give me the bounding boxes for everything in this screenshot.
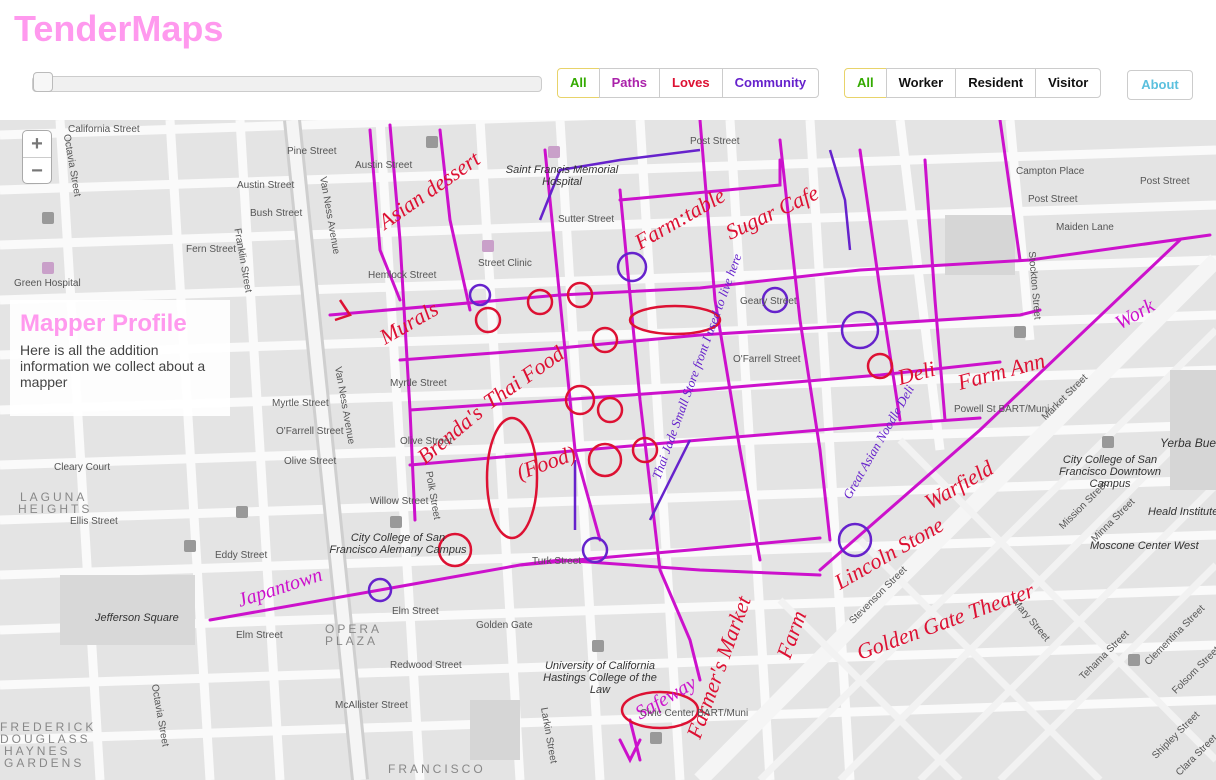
street-label: Elm Street bbox=[236, 630, 283, 641]
header: TenderMaps All Paths Loves Community All… bbox=[0, 0, 1216, 120]
zoom-in-button[interactable]: + bbox=[23, 131, 51, 158]
place-label: Green Hospital bbox=[14, 278, 81, 289]
street-label: Austin Street bbox=[237, 180, 295, 191]
svg-text:(Food): (Food) bbox=[513, 440, 579, 484]
svg-text:Deli: Deli bbox=[894, 356, 938, 390]
place-label: Jefferson Square bbox=[95, 612, 179, 624]
place-label: Powell St BART/Muni bbox=[954, 404, 1050, 415]
thai-jade-note: Thai Jade Small Store front I used to li… bbox=[649, 251, 745, 481]
role-filter-group: All Worker Resident Visitor bbox=[844, 68, 1102, 98]
role-all-button[interactable]: All bbox=[844, 68, 887, 98]
mapper-profile-panel: Mapper Profile Here is all the addition … bbox=[10, 300, 230, 416]
street-label: Hemlock Street bbox=[368, 270, 437, 281]
street-label: Pine Street bbox=[287, 146, 337, 157]
map[interactable]: Asian dessert Farm:table Sugar Cafe Mura… bbox=[0, 120, 1216, 780]
street-label: Geary Street bbox=[740, 296, 797, 307]
svg-text:Asian dessert: Asian dessert bbox=[372, 145, 485, 235]
place-label: City College of San Francisco Alemany Ca… bbox=[329, 532, 467, 556]
school-icon bbox=[650, 732, 662, 744]
street-label: Post Street bbox=[1140, 176, 1190, 187]
svg-text:Farm Ann: Farm Ann bbox=[954, 348, 1048, 396]
school-icon bbox=[592, 640, 604, 652]
svg-text:Murals: Murals bbox=[374, 296, 442, 350]
place-label: Saint Francis Memorial Hospital bbox=[505, 164, 619, 188]
school-icon bbox=[1014, 326, 1026, 338]
street-label: O'Farrell Street bbox=[733, 354, 801, 365]
hospital-icon bbox=[548, 146, 560, 158]
street-label: Golden Gate bbox=[476, 620, 533, 631]
school-icon bbox=[1102, 436, 1114, 448]
place-label: Street Clinic bbox=[478, 258, 532, 269]
street-label: Myrtle Street bbox=[272, 398, 329, 409]
filter-loves-button[interactable]: Loves bbox=[659, 68, 723, 98]
street-label: Myrtle Street bbox=[390, 378, 447, 389]
school-icon bbox=[184, 540, 196, 552]
zoom-out-button[interactable]: − bbox=[23, 158, 51, 184]
area-label: HEIGHTS bbox=[18, 502, 93, 516]
app-title: TenderMaps bbox=[14, 8, 224, 49]
street-label: Willow Street bbox=[370, 496, 429, 507]
school-icon bbox=[236, 506, 248, 518]
area-label: GARDENS bbox=[4, 756, 85, 770]
street-label: Olive Street bbox=[284, 456, 337, 467]
hospital-icon bbox=[482, 240, 494, 252]
school-icon bbox=[390, 516, 402, 528]
place-label: City College of San Francisco Downtown C… bbox=[1058, 454, 1162, 490]
svg-text:Farmer's Market: Farmer's Market bbox=[681, 592, 756, 743]
hospital-icon bbox=[42, 262, 54, 274]
zoom-control: + − bbox=[22, 130, 52, 184]
street-label: Elm Street bbox=[392, 606, 439, 617]
street-label: Austin Street bbox=[355, 160, 413, 171]
place-label: University of California Hastings Colleg… bbox=[543, 660, 657, 696]
type-filter-group: All Paths Loves Community bbox=[557, 68, 820, 98]
place-label: Moscone Center West bbox=[1090, 540, 1199, 552]
street-label: Post Street bbox=[1028, 194, 1078, 205]
street-label: Fern Street bbox=[186, 244, 237, 255]
noodle-deli-note: Great Asian Noodle Deli bbox=[840, 382, 918, 501]
school-icon bbox=[426, 136, 438, 148]
slider-handle[interactable] bbox=[33, 72, 53, 92]
svg-text:Farm: Farm bbox=[771, 607, 812, 662]
about-button[interactable]: About bbox=[1127, 70, 1193, 100]
street-label: California Street bbox=[68, 124, 140, 135]
school-icon bbox=[1128, 654, 1140, 666]
place-label: Heald Institute bbox=[1148, 506, 1216, 518]
filter-community-button[interactable]: Community bbox=[721, 68, 820, 98]
street-label: Sutter Street bbox=[558, 214, 615, 225]
japantown-label: Japantown bbox=[235, 564, 325, 612]
street-label: Campton Place bbox=[1016, 166, 1085, 177]
role-worker-button[interactable]: Worker bbox=[885, 68, 957, 98]
school-icon bbox=[42, 212, 54, 224]
place-label: Civic Center BART/Muni bbox=[640, 708, 749, 719]
filter-all-button[interactable]: All bbox=[557, 68, 600, 98]
role-resident-button[interactable]: Resident bbox=[955, 68, 1037, 98]
filter-paths-button[interactable]: Paths bbox=[598, 68, 661, 98]
street-label: McAllister Street bbox=[335, 700, 408, 711]
profile-description: Here is all the addition information we … bbox=[20, 342, 206, 390]
street-label: O'Farrell Street bbox=[276, 426, 344, 437]
street-label: Cleary Court bbox=[54, 462, 111, 473]
profile-title: Mapper Profile bbox=[20, 310, 187, 337]
area-label: FRANCISCO bbox=[388, 762, 486, 776]
time-slider[interactable] bbox=[32, 72, 542, 92]
street-label: Turk Street bbox=[532, 556, 582, 567]
street-label: Redwood Street bbox=[390, 660, 462, 671]
svg-text:Warfield: Warfield bbox=[920, 455, 998, 515]
role-visitor-button[interactable]: Visitor bbox=[1035, 68, 1102, 98]
street-label: Bush Street bbox=[250, 208, 303, 219]
street-label: Maiden Lane bbox=[1056, 222, 1114, 233]
street-label: Eddy Street bbox=[215, 550, 268, 561]
street-label: Post Street bbox=[690, 136, 740, 147]
area-label: PLAZA bbox=[325, 634, 379, 648]
place-label: Yerba Buena bbox=[1160, 436, 1216, 450]
street-label: Olive Street bbox=[400, 436, 453, 447]
street-label: Ellis Street bbox=[70, 516, 118, 527]
